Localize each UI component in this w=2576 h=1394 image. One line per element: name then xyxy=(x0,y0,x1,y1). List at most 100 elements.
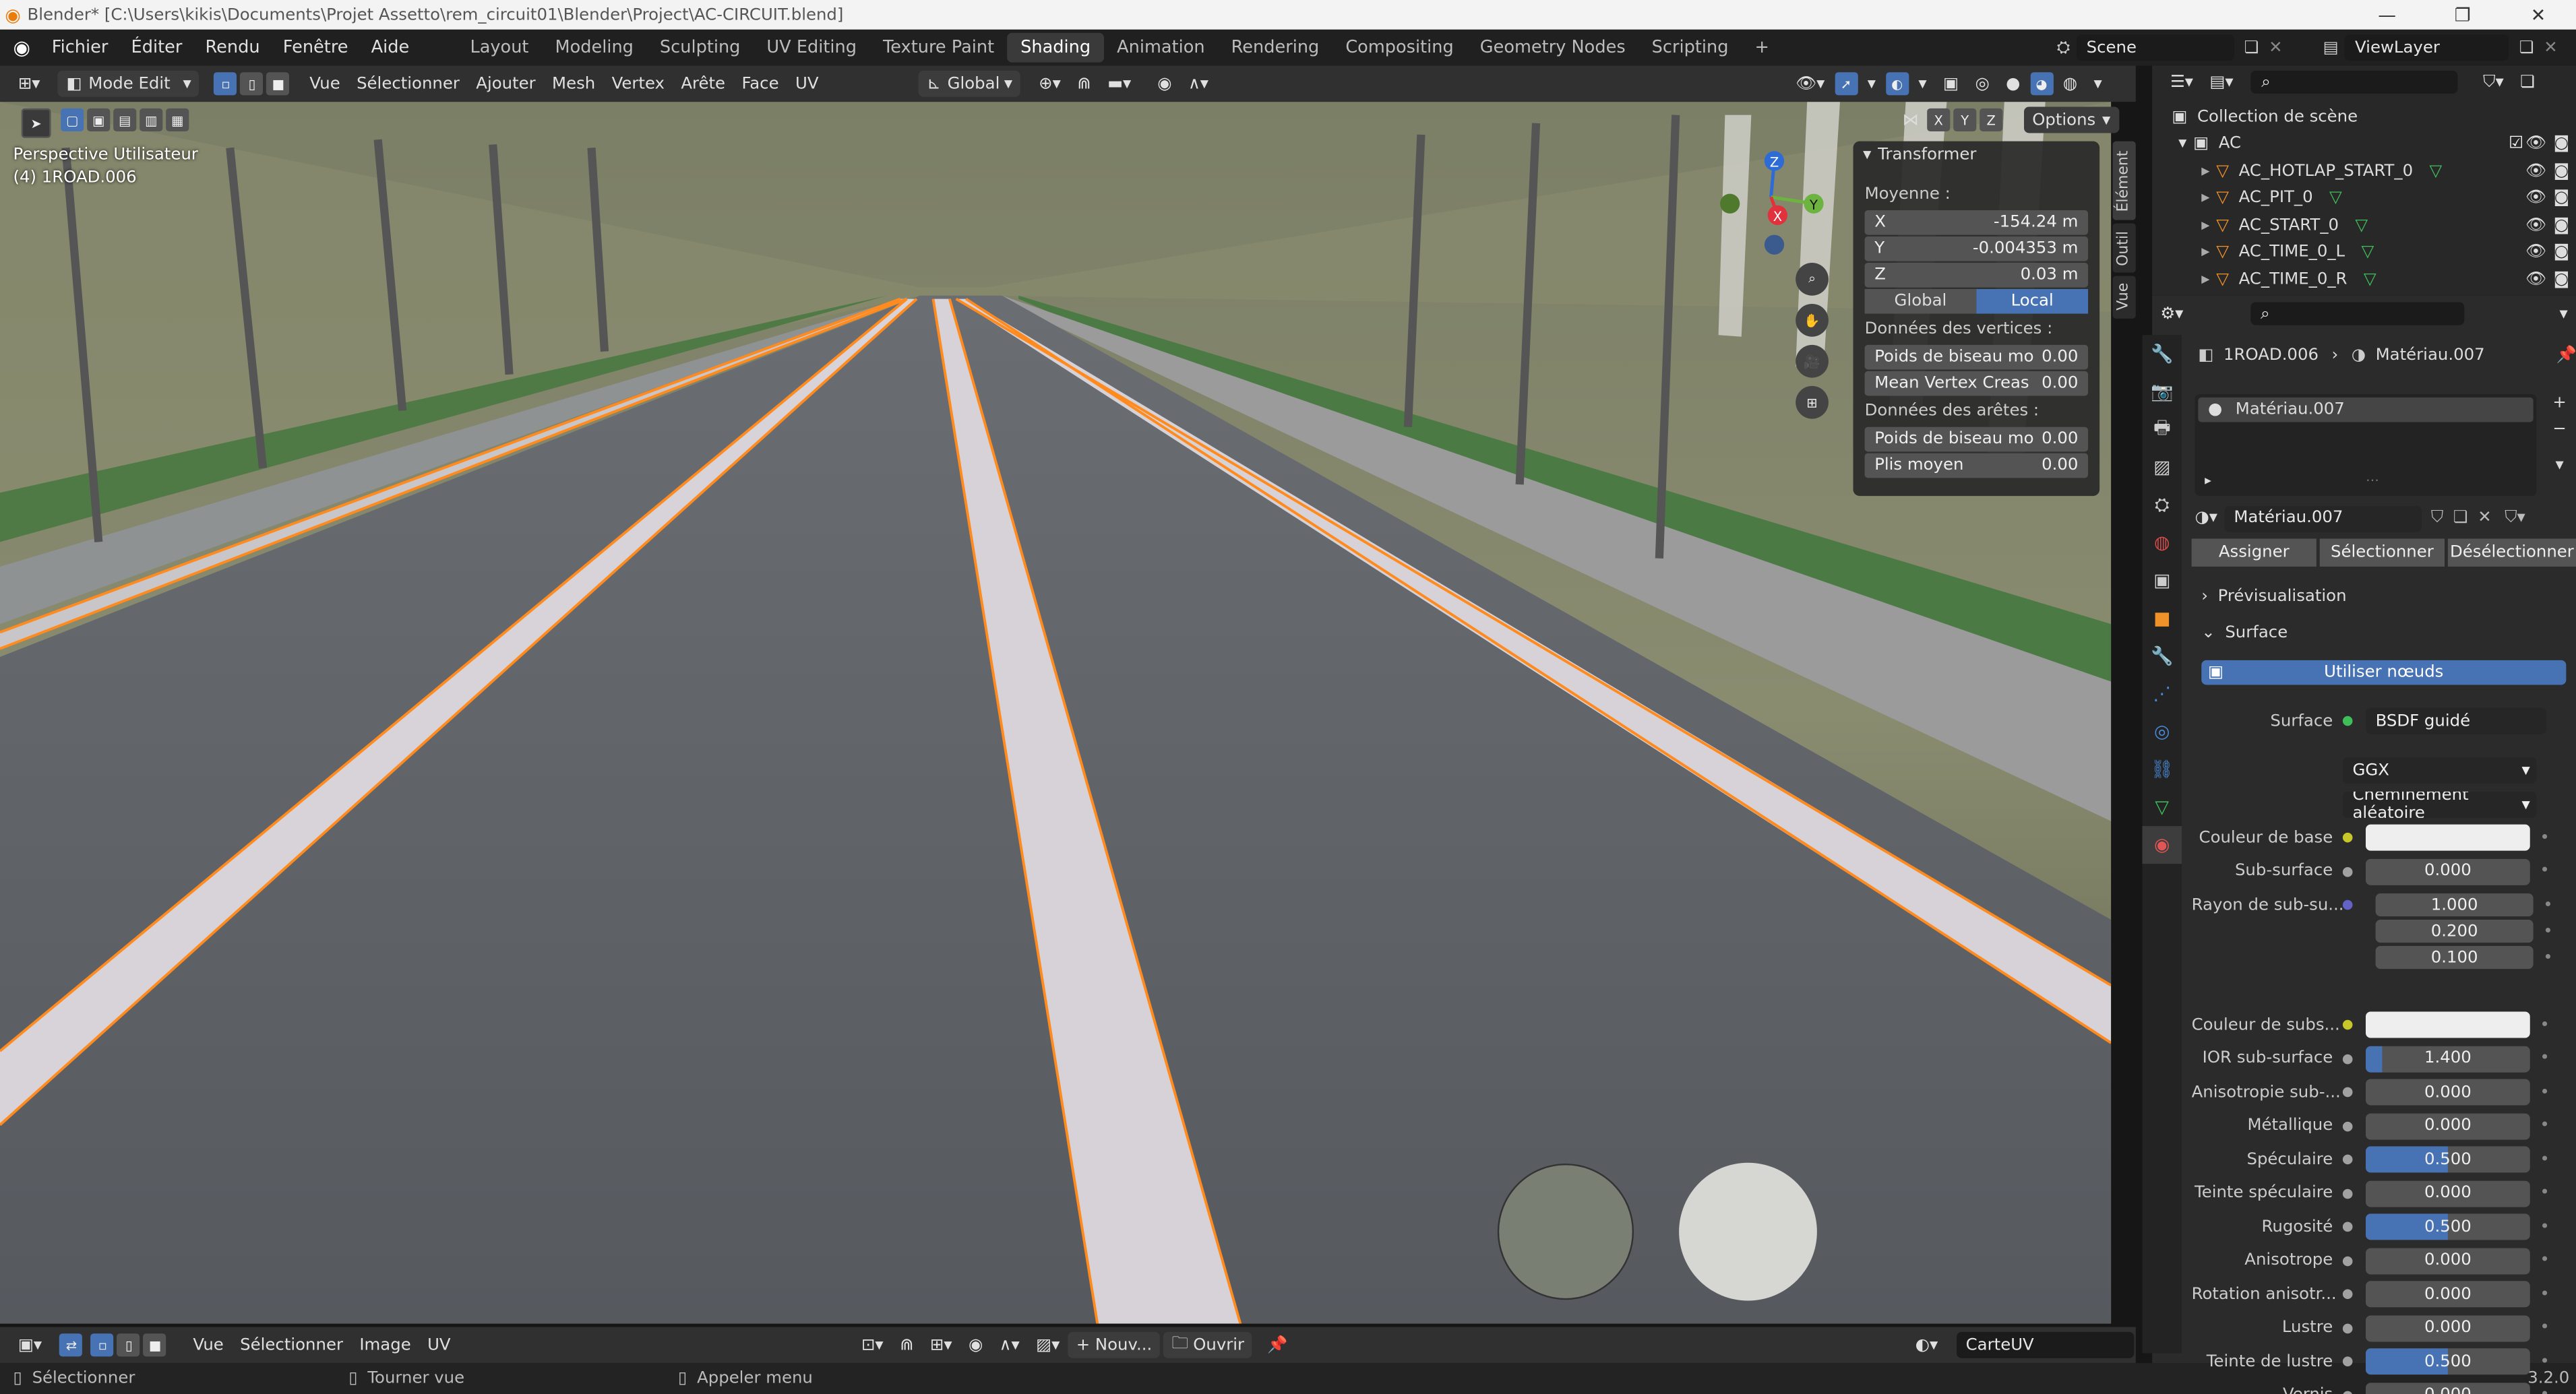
modifier-tab-icon[interactable]: 🔧 xyxy=(2143,637,2182,675)
overlay-dropdown-icon[interactable]: ▾ xyxy=(1910,71,1935,97)
animate-property-icon[interactable]: • xyxy=(2540,1217,2549,1236)
edge-bevel-field[interactable]: Poids de biseau mo 0.00 xyxy=(1864,426,2089,452)
minimize-button[interactable]: — xyxy=(2350,0,2425,30)
select-button[interactable]: Sélectionner xyxy=(2319,538,2445,567)
mirror-x-toggle[interactable]: X xyxy=(1927,108,1951,131)
select-tool-icon[interactable]: ➤ xyxy=(20,108,53,138)
bsdf-field-value[interactable]: 0.500 xyxy=(2366,1213,2530,1240)
tab-item[interactable]: Élément xyxy=(2112,141,2136,220)
animate-property-icon[interactable]: • xyxy=(2540,1184,2549,1202)
delete-scene-icon[interactable]: ✕ xyxy=(2269,38,2282,57)
add-slot-button[interactable]: + xyxy=(2546,394,2573,420)
outliner-item[interactable]: ▸ ▽ AC_TIME_0_L ▽ 👁 ◙ xyxy=(2152,239,2576,266)
edge-select-icon[interactable]: ▯ xyxy=(240,72,264,96)
eye-icon[interactable]: 👁 xyxy=(2525,216,2546,234)
local-space-button[interactable]: Local xyxy=(1976,289,2089,314)
camera-icon[interactable]: ◙ xyxy=(2554,135,2570,153)
tab-layout[interactable]: Layout xyxy=(457,33,542,63)
snap-icon[interactable]: ⋒ xyxy=(1069,71,1099,97)
extend-selection-icon[interactable]: ▣ xyxy=(87,108,111,131)
outliner-item[interactable]: ▸ ▽ AC_TIME_0_R ▽ 👁 ◙ xyxy=(2152,266,2576,293)
outliner-item[interactable]: ▸ ▽ AC_HOTLAP_START_0 ▽ 👁 ◙ xyxy=(2152,158,2576,185)
resize-handle-icon[interactable]: ⋯ xyxy=(2366,473,2379,488)
tab-geometry-nodes[interactable]: Geometry Nodes xyxy=(1467,33,1638,63)
animate-property-icon[interactable]: • xyxy=(2540,862,2549,881)
bsdf-field-value[interactable]: 0.000 xyxy=(2366,1079,2530,1106)
zoom-icon[interactable]: ⌕ xyxy=(1796,263,1829,296)
falloff-icon[interactable]: ∧▾ xyxy=(991,1332,1027,1358)
bsdf-field-value[interactable]: 0.000 xyxy=(2366,1314,2530,1341)
close-window-button[interactable]: ✕ xyxy=(2501,0,2576,30)
surface-shader-field[interactable]: BSDF guidé xyxy=(2366,707,2547,734)
edge-crease-field[interactable]: Plis moyen 0.00 xyxy=(1864,453,2089,478)
object-tab-icon[interactable]: ■ xyxy=(2143,600,2182,637)
delete-viewlayer-icon[interactable]: ✕ xyxy=(2544,38,2557,57)
menu-view-bottom[interactable]: Vue xyxy=(185,1332,232,1358)
proportional-edit-icon[interactable]: ◉ xyxy=(960,1332,991,1358)
median-x-field[interactable]: X -154.24 m xyxy=(1864,210,2089,235)
eye-icon[interactable]: 👁 xyxy=(2525,189,2546,208)
chevron-down-icon[interactable]: ▾ xyxy=(2551,300,2576,327)
camera-icon[interactable]: 🎥 xyxy=(1796,344,1829,378)
animate-property-icon[interactable]: • xyxy=(2543,896,2552,914)
remove-slot-button[interactable]: − xyxy=(2546,420,2573,447)
preview-panel-header[interactable]: › Prévisualisation xyxy=(2191,579,2576,613)
uv-map-field[interactable]: CarteUV xyxy=(1956,1331,2134,1358)
camera-icon[interactable]: ◙ xyxy=(2554,243,2570,261)
scene-field[interactable]: Scene xyxy=(2077,34,2234,61)
uv-overlay-icon[interactable]: ◐▾ xyxy=(1907,1332,1946,1358)
animate-property-icon[interactable]: • xyxy=(2540,1117,2549,1135)
viewlayer-field[interactable]: ViewLayer xyxy=(2345,34,2510,61)
menu-add[interactable]: Ajouter xyxy=(468,71,544,97)
node-tree-icon[interactable]: ⛉▾ xyxy=(2505,509,2525,528)
chevron-right-icon[interactable]: ▸ xyxy=(2205,473,2211,488)
properties-search-input[interactable]: ⌕ xyxy=(2250,302,2465,325)
bsdf-field-value[interactable]: 1.000 xyxy=(2375,893,2534,917)
tab-shading[interactable]: Shading xyxy=(1007,32,1104,63)
invert-selection-icon[interactable]: ▥ xyxy=(140,108,163,131)
eye-icon[interactable]: 👁 xyxy=(2525,271,2546,289)
menu-select-bottom[interactable]: Sélectionner xyxy=(232,1332,351,1358)
gizmo-toggle-icon[interactable]: ➚ xyxy=(1835,72,1858,96)
menu-uv-bottom[interactable]: UV xyxy=(419,1332,459,1358)
intersect-selection-icon[interactable]: ▦ xyxy=(166,108,189,131)
editor-type-icon[interactable]: ▣▾ xyxy=(10,1332,51,1358)
snap-icon[interactable]: ⋒ xyxy=(892,1332,922,1358)
pivot-icon[interactable]: ⊕▾ xyxy=(1031,71,1069,97)
material-tab-icon[interactable]: ◉ xyxy=(2142,826,2182,864)
data-tab-icon[interactable]: ▽ xyxy=(2143,788,2182,826)
material-preview-icon[interactable]: ◕ xyxy=(2030,72,2054,96)
menu-mesh[interactable]: Mesh xyxy=(544,71,604,97)
view-layer-tab-icon[interactable]: ▨ xyxy=(2143,448,2182,486)
animate-property-icon[interactable]: • xyxy=(2540,1352,2549,1370)
material-name-field[interactable]: Matériau.007 xyxy=(2224,505,2422,532)
bsdf-field-value[interactable]: 0.200 xyxy=(2375,920,2534,943)
surface-panel-header[interactable]: ⌄ Surface xyxy=(2191,616,2576,649)
menu-face[interactable]: Face xyxy=(733,71,787,97)
proportional-edit-icon[interactable]: ◉ xyxy=(1149,71,1180,97)
camera-icon[interactable]: ◙ xyxy=(2554,271,2570,289)
vertex-crease-field[interactable]: Mean Vertex Creas 0.00 xyxy=(1864,371,2089,396)
bsdf-field-value[interactable]: 0.000 xyxy=(2366,1247,2530,1274)
output-tab-icon[interactable]: 🖶 xyxy=(2143,410,2182,448)
animate-property-icon[interactable]: • xyxy=(2540,1050,2549,1068)
new-image-button[interactable]: + Nouv... xyxy=(1068,1331,1161,1358)
menu-image[interactable]: Image xyxy=(351,1332,419,1358)
tab-animation[interactable]: Animation xyxy=(1104,33,1218,63)
animate-property-icon[interactable]: • xyxy=(2540,1083,2549,1102)
outliner-item[interactable]: ▸ ▽ AC_START_0 ▽ 👁 ◙ xyxy=(2152,212,2576,239)
properties-editor-icon[interactable]: ⚙▾ xyxy=(2152,300,2191,327)
scene-tab-icon[interactable]: ⛭ xyxy=(2143,486,2182,524)
assign-button[interactable]: Assigner xyxy=(2191,538,2317,567)
pivot-icon[interactable]: ⊡▾ xyxy=(853,1332,892,1358)
vertex-bevel-field[interactable]: Poids de biseau mo 0.00 xyxy=(1864,344,2089,370)
collection-row-ac[interactable]: ▾ ▣ AC ☑ 👁 ◙ xyxy=(2152,131,2576,158)
bsdf-field-value[interactable] xyxy=(2366,824,2530,851)
snap-target-icon[interactable]: ▬▾ xyxy=(1099,71,1140,97)
menu-render[interactable]: Rendu xyxy=(193,38,271,57)
add-workspace-button[interactable]: + xyxy=(1742,33,1782,63)
new-collection-icon[interactable]: ❏ xyxy=(2512,69,2543,95)
bsdf-field-value[interactable]: 0.500 xyxy=(2366,1348,2530,1375)
viewlayer-selector[interactable]: ▤ ViewLayer ❏ ✕ xyxy=(2323,34,2558,61)
rendered-shading-icon[interactable]: ◍ xyxy=(2055,71,2086,97)
